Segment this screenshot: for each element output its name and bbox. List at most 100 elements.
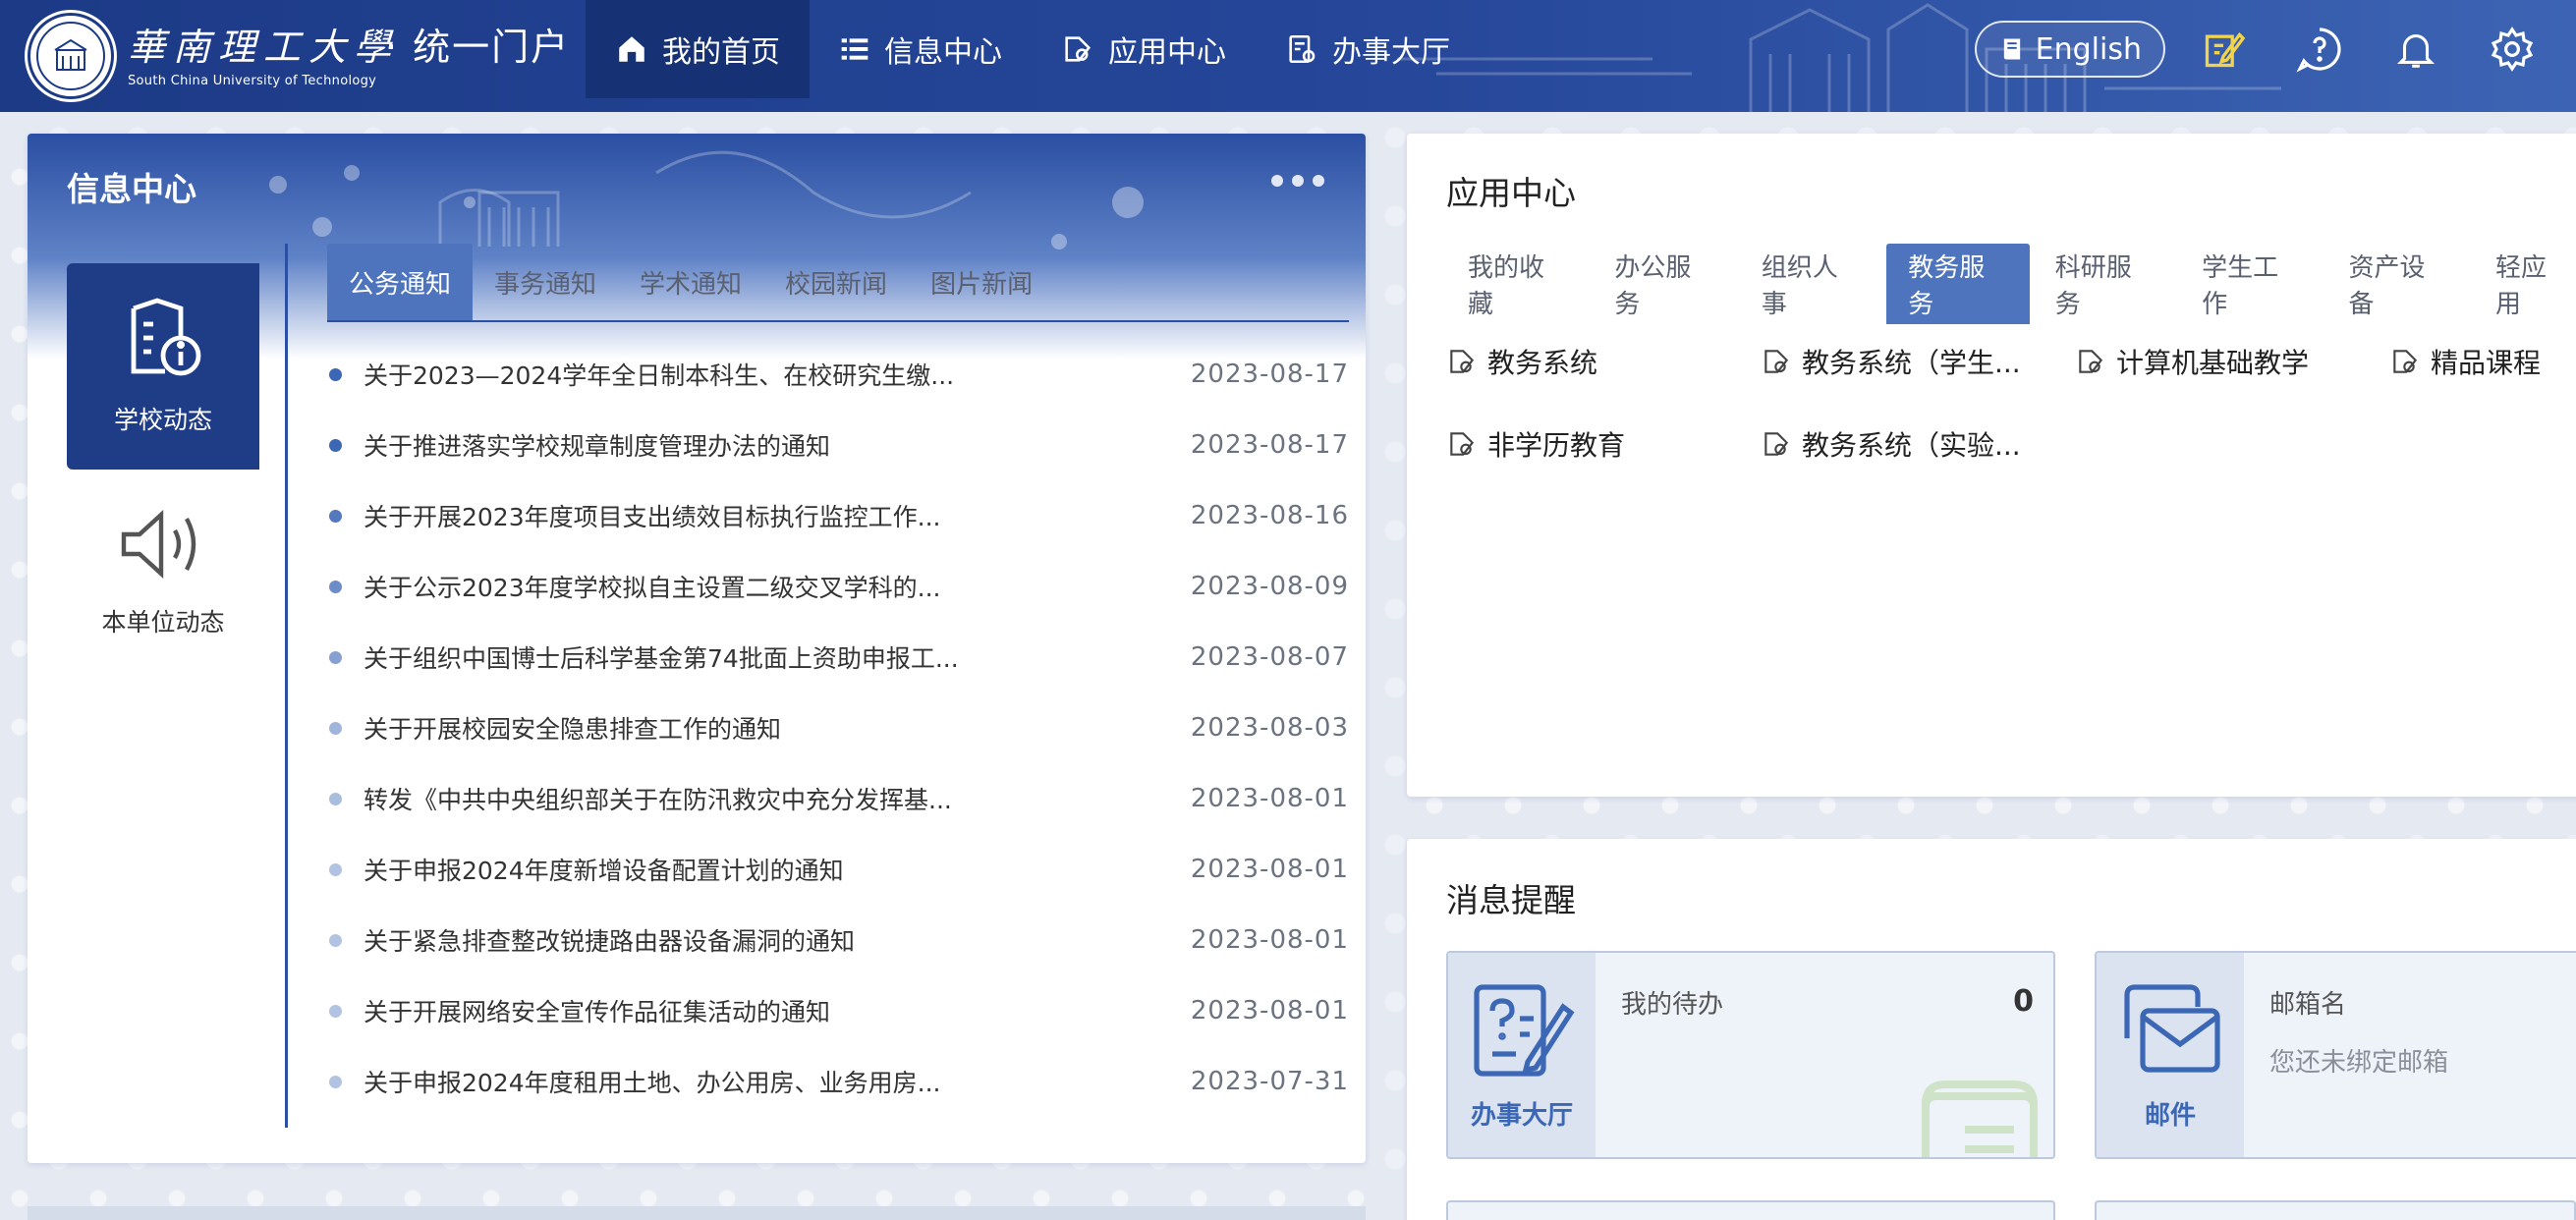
service-hall-label: 办事大厅 — [1470, 1100, 1573, 1131]
tab-academic-affairs[interactable]: 教务服务 — [1886, 244, 2030, 324]
todo-label: 我的待办 — [1621, 990, 1724, 1020]
next-card-edge — [2095, 1200, 2576, 1220]
app-label: 计算机基础教学 — [2116, 347, 2310, 379]
mail-label: 邮件 — [2144, 1100, 2196, 1131]
tab-light-apps[interactable]: 轻应用 — [2474, 244, 2576, 324]
app-item[interactable]: 教务系统（实验... — [1761, 422, 2075, 466]
news-item[interactable]: 关于申报2024年度新增设备配置计划的通知 2023-08-01 — [327, 834, 1349, 905]
app-item[interactable]: 精品课程 — [2389, 340, 2576, 383]
news-date: 2023-08-01 — [1190, 855, 1349, 884]
list-icon — [841, 38, 868, 60]
mail-shortcut[interactable]: 邮件 — [2097, 953, 2244, 1157]
app-label: 教务系统（学生... — [1802, 347, 2021, 379]
news-date: 2023-08-01 — [1190, 784, 1349, 813]
app-center-title: 应用中心 — [1446, 174, 1576, 212]
info-center-title: 信息中心 — [67, 170, 196, 208]
language-switch-button[interactable]: English — [1974, 21, 2165, 78]
tab-campus-news[interactable]: 校园新闻 — [763, 244, 909, 320]
tab-affairs-notice[interactable]: 事务通知 — [473, 244, 618, 320]
nav-item-home[interactable]: 我的首页 — [586, 0, 810, 98]
news-item[interactable]: 关于开展2023年度项目支出绩效目标执行监控工作... 2023-08-16 — [327, 480, 1349, 551]
book-icon — [2003, 38, 2020, 60]
app-item[interactable]: 非学历教育 — [1446, 422, 1761, 466]
help-icon — [2296, 28, 2341, 73]
dot-icon — [1292, 175, 1304, 187]
bullet-icon — [329, 862, 342, 876]
side-tab-school-news[interactable]: 学校动态 — [67, 263, 259, 470]
app-label: 非学历教育 — [1487, 429, 1626, 462]
news-item[interactable]: 关于组织中国博士后科学基金第74批面上资助申报工... 2023-08-07 — [327, 622, 1349, 693]
tab-academic-notice[interactable]: 学术通知 — [618, 244, 763, 320]
news-title: 关于推进落实学校规章制度管理办法的通知 — [364, 432, 831, 461]
news-title: 关于紧急排查整改锐捷路由器设备漏洞的通知 — [364, 927, 856, 956]
side-tab-label: 本单位动态 — [101, 608, 225, 637]
nav-item-label: 我的首页 — [662, 35, 780, 70]
info-side-tabs: 学校动态 本单位动态 — [67, 263, 287, 1128]
news-title: 关于申报2024年度新增设备配置计划的通知 — [364, 857, 844, 885]
university-logo[interactable]: 華南理工大學 South China University of Technol… — [28, 8, 399, 104]
tab-office-services[interactable]: 办公服务 — [1593, 244, 1735, 324]
side-divider — [285, 244, 288, 1128]
next-panel-edge — [28, 1206, 1366, 1220]
nav-item-app-center[interactable]: 应用中心 — [1032, 0, 1256, 98]
notifications-button[interactable] — [2391, 25, 2440, 74]
bell-icon — [2396, 34, 2436, 68]
tab-research-services[interactable]: 科研服务 — [2034, 244, 2176, 324]
news-title: 关于2023—2024学年全日制本科生、在校研究生缴... — [364, 361, 955, 390]
nav-item-label: 应用中心 — [1108, 35, 1226, 70]
app-grid: 教务系统 教务系统（学生... 计算机基础教学 精品课程 非学历教育 教务系统（… — [1446, 340, 2576, 466]
news-item[interactable]: 关于开展校园安全隐患排查工作的通知 2023-08-03 — [327, 693, 1349, 763]
app-item[interactable]: 教务系统 — [1446, 340, 1761, 383]
tab-student-affairs[interactable]: 学生工作 — [2180, 244, 2323, 324]
app-category-tabs: 我的收藏 办公服务 组织人事 教务服务 科研服务 学生工作 资产设备 轻应用 — [1446, 244, 2576, 324]
app-gear-icon — [2079, 350, 2103, 373]
nav-item-label: 办事大厅 — [1332, 35, 1450, 70]
news-item[interactable]: 关于公示2023年度学校拟自主设置二级交叉学科的... 2023-08-09 — [327, 551, 1349, 622]
settings-button[interactable] — [2488, 25, 2537, 74]
news-item[interactable]: 关于开展网络安全宣传作品征集活动的通知 2023-08-01 — [327, 975, 1349, 1046]
app-gear-icon — [1764, 432, 1789, 456]
news-date: 2023-08-17 — [1190, 360, 1349, 389]
news-item[interactable]: 转发《中共中央组织部关于在防汛救灾中充分发挥基... 2023-08-01 — [327, 763, 1349, 834]
todo-card[interactable]: 办事大厅 我的待办 0 — [1446, 951, 2055, 1159]
news-date: 2023-08-01 — [1190, 996, 1349, 1026]
tab-assets-equipment[interactable]: 资产设备 — [2327, 244, 2470, 324]
app-gear-icon — [1450, 432, 1475, 456]
tab-photo-news[interactable]: 图片新闻 — [909, 244, 1054, 320]
news-date: 2023-08-03 — [1190, 713, 1349, 743]
news-title: 转发《中共中央组织部关于在防汛救灾中充分发挥基... — [364, 786, 952, 814]
bullet-icon — [329, 650, 342, 664]
document-info-icon — [131, 298, 201, 376]
news-tabs: 公务通知 事务通知 学术通知 校园新闻 图片新闻 — [327, 244, 1349, 322]
tab-official-notice[interactable]: 公务通知 — [327, 244, 474, 320]
clipboard-gear-icon — [1289, 34, 1316, 64]
tab-my-favorites[interactable]: 我的收藏 — [1446, 244, 1589, 324]
news-title: 关于开展校园安全隐患排查工作的通知 — [364, 715, 782, 744]
info-center-panel: 信息中心 学校动态 本单位动态 公务通知 事务通知 学术通知 校园新闻 图片新闻 — [28, 134, 1366, 1163]
nav-item-info-center[interactable]: 信息中心 — [810, 0, 1032, 98]
mailbox-name: 邮箱名 — [2269, 990, 2347, 1020]
bullet-icon — [329, 438, 342, 452]
nav-item-service-hall[interactable]: 办事大厅 — [1256, 0, 1480, 98]
news-item[interactable]: 关于申报2024年度租用土地、办公用房、业务用房... 2023-07-31 — [327, 1046, 1349, 1117]
app-gear-icon — [2393, 350, 2418, 373]
next-card-edge — [1446, 1200, 2055, 1220]
side-tab-unit-news[interactable]: 本单位动态 — [67, 470, 259, 676]
app-item[interactable]: 教务系统（学生... — [1761, 340, 2075, 383]
app-center-panel: 应用中心 我的收藏 办公服务 组织人事 教务服务 科研服务 学生工作 资产设备 … — [1407, 134, 2576, 797]
service-hall-shortcut[interactable]: 办事大厅 — [1448, 953, 1596, 1157]
news-item[interactable]: 关于2023—2024学年全日制本科生、在校研究生缴... 2023-08-17 — [327, 339, 1349, 410]
bullet-icon — [329, 933, 342, 947]
mailbox-unbound-hint: 您还未绑定邮箱 — [2269, 1048, 2449, 1078]
app-gear-icon — [1764, 350, 1789, 373]
bullet-icon — [329, 1004, 342, 1018]
tab-personnel[interactable]: 组织人事 — [1740, 244, 1882, 324]
news-item[interactable]: 关于紧急排查整改锐捷路由器设备漏洞的通知 2023-08-01 — [327, 905, 1349, 975]
app-item[interactable]: 计算机基础教学 — [2075, 340, 2389, 383]
edit-button[interactable] — [2199, 25, 2248, 74]
help-button[interactable] — [2295, 25, 2344, 74]
mail-card[interactable]: 邮件 邮箱名 您还未绑定邮箱 — [2095, 951, 2576, 1159]
more-options-button[interactable] — [1262, 175, 1324, 187]
news-date: 2023-08-09 — [1190, 572, 1349, 601]
news-item[interactable]: 关于推进落实学校规章制度管理办法的通知 2023-08-17 — [327, 410, 1349, 480]
